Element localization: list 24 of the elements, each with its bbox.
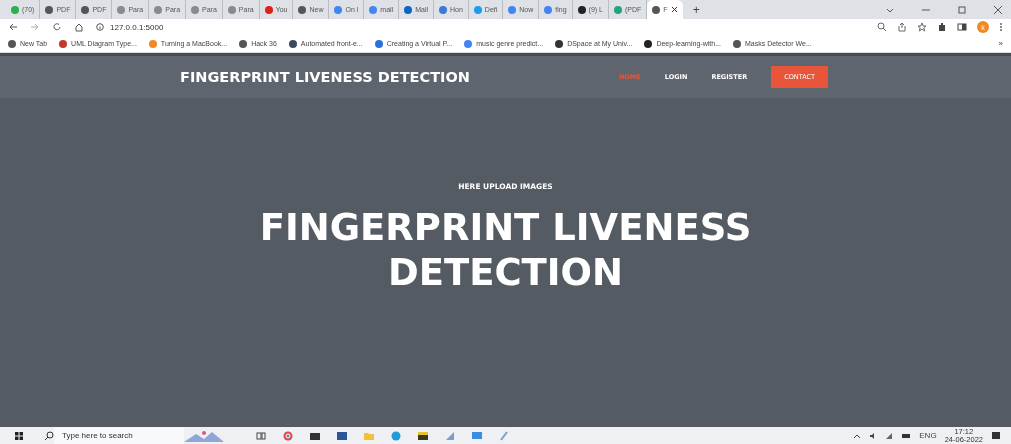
monitor-icon[interactable]	[472, 430, 482, 441]
home-icon[interactable]	[74, 22, 84, 32]
more-bookmarks-button[interactable]: »	[998, 39, 1003, 48]
taskbar-search[interactable]: Type here to search	[54, 427, 184, 444]
task-view-icon[interactable]	[256, 430, 266, 441]
star-icon[interactable]	[917, 22, 927, 32]
share-icon[interactable]	[897, 22, 907, 32]
more-icon[interactable]	[999, 22, 1003, 32]
site-brand[interactable]: FINGERPRINT LIVENESS DETECTION	[180, 69, 470, 85]
landscape-icon	[184, 429, 224, 442]
windows-icon[interactable]	[14, 430, 24, 441]
maximize-icon[interactable]	[957, 4, 967, 15]
search-icon	[44, 430, 54, 441]
zoom-icon[interactable]	[877, 22, 887, 32]
close-icon[interactable]	[993, 4, 1003, 15]
sidebar-icon[interactable]	[957, 22, 967, 32]
address-bar[interactable]: 127.0.0.1:5000	[96, 22, 164, 32]
hero-title: FINGERPRINT LIVENESS DETECTION	[258, 205, 753, 295]
reload-icon[interactable]	[52, 22, 62, 32]
new-tab-button[interactable]: +	[692, 2, 700, 17]
info-icon	[96, 23, 104, 31]
back-icon[interactable]	[8, 22, 18, 32]
close-icon	[670, 6, 678, 13]
language-indicator[interactable]: ENG	[919, 431, 937, 440]
